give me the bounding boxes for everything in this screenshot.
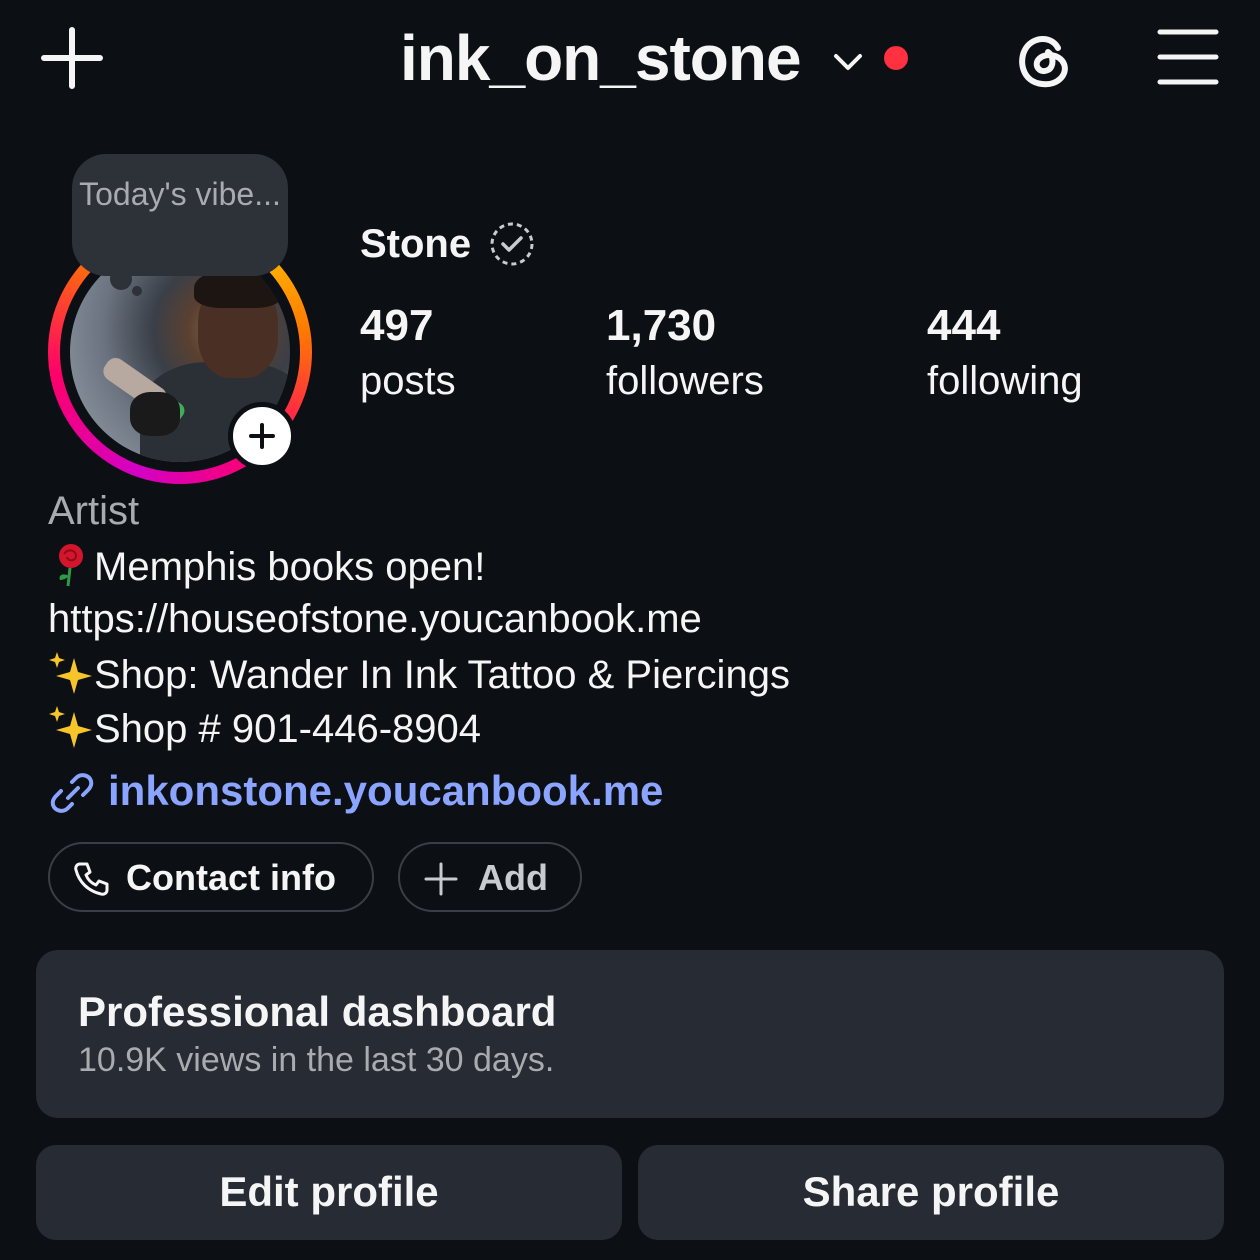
followers-label[interactable]: followers <box>606 358 764 404</box>
bio-line: Shop: Wander In Ink Tattoo & Piercings <box>48 650 1208 698</box>
posts-label[interactable]: posts <box>360 358 456 404</box>
bio-text-3: Shop: Wander In Ink Tattoo & Piercings <box>94 653 790 697</box>
rose-icon <box>48 542 94 588</box>
add-label: Add <box>478 857 548 898</box>
note-text: Today's vibe... <box>79 176 281 212</box>
following-label[interactable]: following <box>927 358 1083 404</box>
edit-profile-button[interactable]: Edit profile <box>36 1145 622 1240</box>
plus-icon <box>249 423 275 449</box>
plus-icon <box>424 862 458 901</box>
display-name: Stone <box>360 222 472 266</box>
edit-profile-label: Edit profile <box>219 1168 439 1215</box>
share-profile-button[interactable]: Share profile <box>638 1145 1224 1240</box>
bio-line: Shop # 901-446-8904 <box>48 704 1208 752</box>
share-profile-label: Share profile <box>802 1168 1060 1215</box>
link-icon <box>48 770 96 816</box>
followers-count[interactable]: 1,730 <box>606 300 716 352</box>
bio-line: Memphis books open! <box>48 542 1208 590</box>
hamburger-menu-icon[interactable] <box>1156 28 1220 86</box>
sparkles-icon <box>48 704 94 750</box>
contact-info-button[interactable]: Contact info <box>48 842 374 912</box>
posts-count[interactable]: 497 <box>360 300 433 352</box>
bio-url: https://houseofstone.youcanbook.me <box>48 597 702 641</box>
bio-text-4: Shop # 901-446-8904 <box>94 707 481 751</box>
profile-link[interactable]: inkonstone.youcanbook.me <box>108 766 663 816</box>
sparkles-icon <box>48 650 94 696</box>
phone-icon <box>72 860 110 903</box>
threads-icon[interactable] <box>1008 26 1078 96</box>
contact-info-label: Contact info <box>126 857 336 898</box>
bio-text-1: Memphis books open! <box>94 545 486 589</box>
add-button[interactable]: Add <box>398 842 582 912</box>
dashboard-title: Professional dashboard <box>78 988 557 1035</box>
note-bubble[interactable] <box>72 154 288 276</box>
chevron-down-icon[interactable] <box>830 44 866 80</box>
notification-dot <box>884 46 908 70</box>
profile-category: Artist <box>48 489 140 533</box>
add-story-button[interactable] <box>228 402 296 470</box>
dashboard-subtitle: 10.9K views in the last 30 days. <box>78 1041 555 1079</box>
account-username[interactable]: ink_on_stone <box>400 20 802 96</box>
following-count[interactable]: 444 <box>927 300 1000 352</box>
verified-badge-icon[interactable] <box>488 220 536 268</box>
create-plus-icon[interactable] <box>40 26 104 90</box>
